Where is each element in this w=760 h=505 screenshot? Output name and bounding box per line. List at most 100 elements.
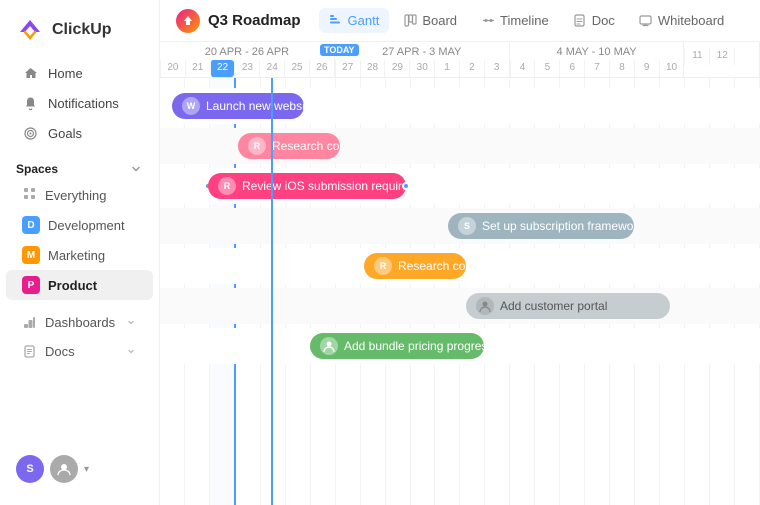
bar-avatar-3: R xyxy=(218,177,236,195)
gantt-bar-research-competitors-1[interactable]: R Research competitors xyxy=(238,133,340,159)
marketing-label: Marketing xyxy=(48,248,105,263)
gantt-body: W Launch new website R Research competit… xyxy=(160,78,760,505)
timeline-icon xyxy=(481,14,495,28)
week3-header: 4 MAY - 10 MAY xyxy=(510,42,684,60)
project-icon xyxy=(176,9,200,33)
product-label: Product xyxy=(48,278,97,293)
gantt-row-5: R Research competitors xyxy=(160,248,760,284)
dashboards-icon xyxy=(22,315,37,330)
day-8: 8 xyxy=(609,60,634,77)
day-1: 1 xyxy=(434,60,459,77)
sidebar-item-docs[interactable]: Docs xyxy=(6,337,153,366)
dashboards-chevron-icon xyxy=(125,317,137,329)
tab-gantt[interactable]: Gantt xyxy=(319,8,390,33)
development-label: Development xyxy=(48,218,125,233)
main-header: Q3 Roadmap Gantt xyxy=(160,0,760,42)
user-avatar-2[interactable] xyxy=(50,455,78,483)
gantt-row-2: R Research competitors xyxy=(160,128,760,164)
whiteboard-icon xyxy=(639,14,653,28)
gantt-row-4: S Set up subscription framework xyxy=(160,208,760,244)
product-dot: P xyxy=(22,276,40,294)
doc-label: Doc xyxy=(592,13,615,28)
gantt-icon xyxy=(329,14,343,28)
gantt-date-headers: TODAY 20 APR - 26 APR 20 21 22 23 24 25 … xyxy=(160,42,760,78)
board-label: Board xyxy=(422,13,457,28)
gantt-bar-bundle-pricing[interactable]: Add bundle pricing progress bar xyxy=(310,333,484,359)
bar-avatar-7 xyxy=(320,337,338,355)
home-label: Home xyxy=(48,66,83,81)
everything-label: Everything xyxy=(45,188,106,203)
target-icon xyxy=(22,125,38,141)
notifications-label: Notifications xyxy=(48,96,119,111)
day-23: 23 xyxy=(234,60,259,77)
tab-board[interactable]: Board xyxy=(393,8,467,33)
tab-timeline[interactable]: Timeline xyxy=(471,8,559,33)
gantt-bar-research-competitors-2[interactable]: R Research competitors xyxy=(364,253,466,279)
bar-label-4: Set up subscription framework xyxy=(482,219,634,233)
bar-label-6: Add customer portal xyxy=(500,299,607,313)
week1-header: 20 APR - 26 APR xyxy=(160,42,334,60)
gantt-row-1: W Launch new website xyxy=(160,88,760,124)
bell-icon xyxy=(22,95,38,111)
gantt-bar-review-ios[interactable]: R Review iOS submission requirements xyxy=(208,173,406,199)
gantt-row-6: Add customer portal xyxy=(160,288,760,324)
bar-label-7: Add bundle pricing progress bar xyxy=(344,339,484,353)
sidebar: ClickUp Home Notifications Goals xyxy=(0,0,160,505)
tab-whiteboard[interactable]: Whiteboard xyxy=(629,8,734,33)
docs-chevron-icon xyxy=(125,346,137,358)
day-22: 22 xyxy=(210,60,235,77)
sidebar-item-everything[interactable]: Everything xyxy=(6,180,153,210)
gantt-bar-customer-portal[interactable]: Add customer portal xyxy=(466,293,670,319)
sidebar-item-development[interactable]: D Development xyxy=(6,210,153,240)
bar-avatar-6 xyxy=(476,297,494,315)
docs-icon xyxy=(22,344,37,359)
bar-avatar-5: R xyxy=(374,257,392,275)
date-group-4: 11 12 xyxy=(684,42,760,77)
dep-dot-right xyxy=(402,182,410,190)
date-group-2: 27 APR - 3 MAY 27 28 29 30 1 2 3 xyxy=(335,42,510,77)
week2-days: 27 28 29 30 1 2 3 xyxy=(335,60,509,77)
sidebar-item-marketing[interactable]: M Marketing xyxy=(6,240,153,270)
spaces-title: Spaces xyxy=(16,162,58,176)
day-extra xyxy=(734,48,759,65)
home-icon xyxy=(22,65,38,81)
tab-bar: Gantt Board xyxy=(319,8,735,33)
day-5: 5 xyxy=(534,60,559,77)
day-2: 2 xyxy=(459,60,484,77)
sidebar-item-product[interactable]: P Product xyxy=(6,270,153,300)
sidebar-item-dashboards[interactable]: Dashboards xyxy=(6,308,153,337)
docs-label: Docs xyxy=(45,344,75,359)
tab-doc[interactable]: Doc xyxy=(563,8,625,33)
today-line xyxy=(271,78,273,505)
spaces-section-header: Spaces xyxy=(0,152,159,180)
main-content: Q3 Roadmap Gantt xyxy=(160,0,760,505)
gantt-container: TODAY 20 APR - 26 APR 20 21 22 23 24 25 … xyxy=(160,42,760,505)
date-group-1: 20 APR - 26 APR 20 21 22 23 24 25 26 xyxy=(160,42,335,77)
sidebar-item-goals[interactable]: Goals xyxy=(6,118,153,148)
board-icon xyxy=(403,14,417,28)
day-24: 24 xyxy=(259,60,284,77)
week4-days: 11 12 xyxy=(684,48,759,65)
week3-days: 4 5 6 7 8 9 10 xyxy=(510,60,684,77)
bar-label-3: Review iOS submission requirements xyxy=(242,179,406,193)
gantt-label: Gantt xyxy=(348,13,380,28)
clickup-logo-icon xyxy=(16,16,44,44)
bar-avatar-2: R xyxy=(248,137,266,155)
sidebar-item-notifications[interactable]: Notifications xyxy=(6,88,153,118)
day-25: 25 xyxy=(284,60,309,77)
doc-icon xyxy=(573,14,587,28)
project-title: Q3 Roadmap xyxy=(208,12,301,29)
sidebar-item-home[interactable]: Home xyxy=(6,58,153,88)
day-26: 26 xyxy=(309,60,334,77)
user-avatar-1[interactable]: S xyxy=(16,455,44,483)
spaces-chevron-icon[interactable] xyxy=(129,162,143,176)
day-11: 11 xyxy=(684,48,709,65)
avatar-chevron-icon[interactable]: ▾ xyxy=(84,464,89,475)
logo: ClickUp xyxy=(0,12,159,58)
week1-days: 20 21 22 23 24 25 26 xyxy=(160,60,334,77)
goals-label: Goals xyxy=(48,126,82,141)
gantt-bar-subscription[interactable]: S Set up subscription framework xyxy=(448,213,634,239)
date-group-3: 4 MAY - 10 MAY 4 5 6 7 8 9 10 xyxy=(510,42,685,77)
gantt-bar-launch-website[interactable]: W Launch new website xyxy=(172,93,304,119)
gantt-bars: W Launch new website R Research competit… xyxy=(160,78,760,505)
